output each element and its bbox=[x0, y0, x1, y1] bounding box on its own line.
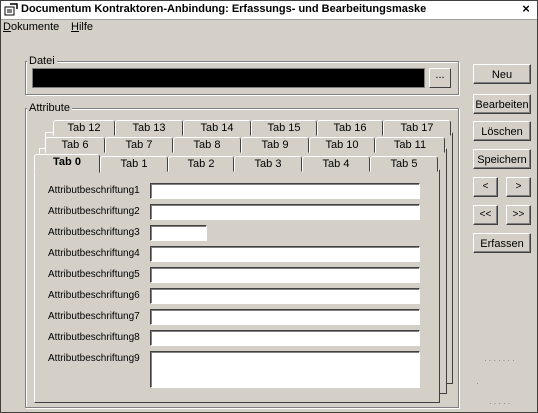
edit-button-label: Bearbeiten bbox=[475, 99, 529, 111]
tab-13[interactable]: Tab 13 bbox=[115, 120, 183, 136]
field-label-8: Attributbeschriftung8 bbox=[48, 332, 140, 343]
field-5[interactable] bbox=[150, 267, 420, 283]
edit-button[interactable]: Bearbeiten bbox=[473, 94, 531, 114]
field-1[interactable] bbox=[150, 183, 420, 199]
field-label-2: Attributbeschriftung2 bbox=[48, 206, 140, 217]
tab-12[interactable]: Tab 12 bbox=[53, 120, 115, 136]
tab-2[interactable]: Tab 2 bbox=[168, 156, 234, 172]
tab-9[interactable]: Tab 9 bbox=[241, 137, 309, 153]
tab-10[interactable]: Tab 10 bbox=[309, 137, 375, 153]
tab-8[interactable]: Tab 8 bbox=[173, 137, 241, 153]
field-label-5: Attributbeschriftung5 bbox=[48, 269, 140, 280]
tab-17[interactable]: Tab 17 bbox=[383, 120, 451, 136]
file-path-field[interactable] bbox=[32, 68, 425, 88]
field-9[interactable] bbox=[150, 351, 420, 388]
field-8[interactable] bbox=[150, 330, 420, 346]
tab-15[interactable]: Tab 15 bbox=[251, 120, 317, 136]
prev-button[interactable]: < bbox=[473, 177, 498, 197]
field-2[interactable] bbox=[150, 204, 420, 220]
app-icon bbox=[4, 3, 18, 16]
field-3[interactable] bbox=[150, 225, 207, 241]
tab-4[interactable]: Tab 4 bbox=[302, 156, 370, 172]
field-7[interactable] bbox=[150, 309, 420, 325]
save-button-label: Speichern bbox=[477, 154, 527, 166]
capture-button-label: Erfassen bbox=[480, 238, 524, 250]
menu-hilfe[interactable]: Hilfe bbox=[71, 21, 93, 33]
next-button[interactable]: > bbox=[506, 177, 531, 197]
new-button[interactable]: Neu bbox=[473, 64, 531, 84]
attribute-group-label: Attribute bbox=[27, 102, 72, 114]
field-label-1: Attributbeschriftung1 bbox=[48, 185, 140, 196]
tab-16[interactable]: Tab 16 bbox=[317, 120, 383, 136]
title-bar: Documentum Kontraktoren-Anbindung: Erfas… bbox=[1, 1, 537, 20]
delete-button[interactable]: Löschen bbox=[473, 121, 531, 141]
tab-5[interactable]: Tab 5 bbox=[370, 156, 438, 172]
scan-artifact: ····· bbox=[489, 399, 513, 408]
tab-3[interactable]: Tab 3 bbox=[234, 156, 302, 172]
tab-6[interactable]: Tab 6 bbox=[45, 137, 105, 153]
tab-7[interactable]: Tab 7 bbox=[105, 137, 173, 153]
field-label-7: Attributbeschriftung7 bbox=[48, 311, 140, 322]
browse-button[interactable]: ... bbox=[429, 68, 451, 88]
field-label-4: Attributbeschriftung4 bbox=[48, 248, 140, 259]
field-label-6: Attributbeschriftung6 bbox=[48, 290, 140, 301]
file-group-label: Datei bbox=[27, 55, 57, 67]
last-button[interactable]: >> bbox=[506, 205, 531, 225]
scan-artifact: ······· bbox=[484, 356, 517, 365]
menu-dokumente[interactable]: Dokumente bbox=[3, 21, 59, 33]
tab-0[interactable]: Tab 0 bbox=[34, 154, 100, 173]
tab-11[interactable]: Tab 11 bbox=[375, 137, 445, 153]
tab-1[interactable]: Tab 1 bbox=[100, 156, 168, 172]
delete-button-label: Löschen bbox=[481, 126, 523, 138]
first-button[interactable]: << bbox=[473, 205, 498, 225]
scan-artifact: · bbox=[476, 379, 481, 388]
close-icon[interactable]: × bbox=[519, 2, 533, 16]
main-window: Documentum Kontraktoren-Anbindung: Erfas… bbox=[0, 0, 538, 413]
field-label-3: Attributbeschriftung3 bbox=[48, 227, 140, 238]
window-title: Documentum Kontraktoren-Anbindung: Erfas… bbox=[21, 3, 427, 15]
field-6[interactable] bbox=[150, 288, 420, 304]
menu-bar: Dokumente Hilfe bbox=[1, 19, 537, 35]
save-button[interactable]: Speichern bbox=[473, 149, 531, 169]
field-4[interactable] bbox=[150, 246, 420, 262]
capture-button[interactable]: Erfassen bbox=[473, 233, 531, 253]
field-label-9: Attributbeschriftung9 bbox=[48, 353, 140, 364]
new-button-label: Neu bbox=[491, 69, 513, 81]
tab-14[interactable]: Tab 14 bbox=[183, 120, 251, 136]
